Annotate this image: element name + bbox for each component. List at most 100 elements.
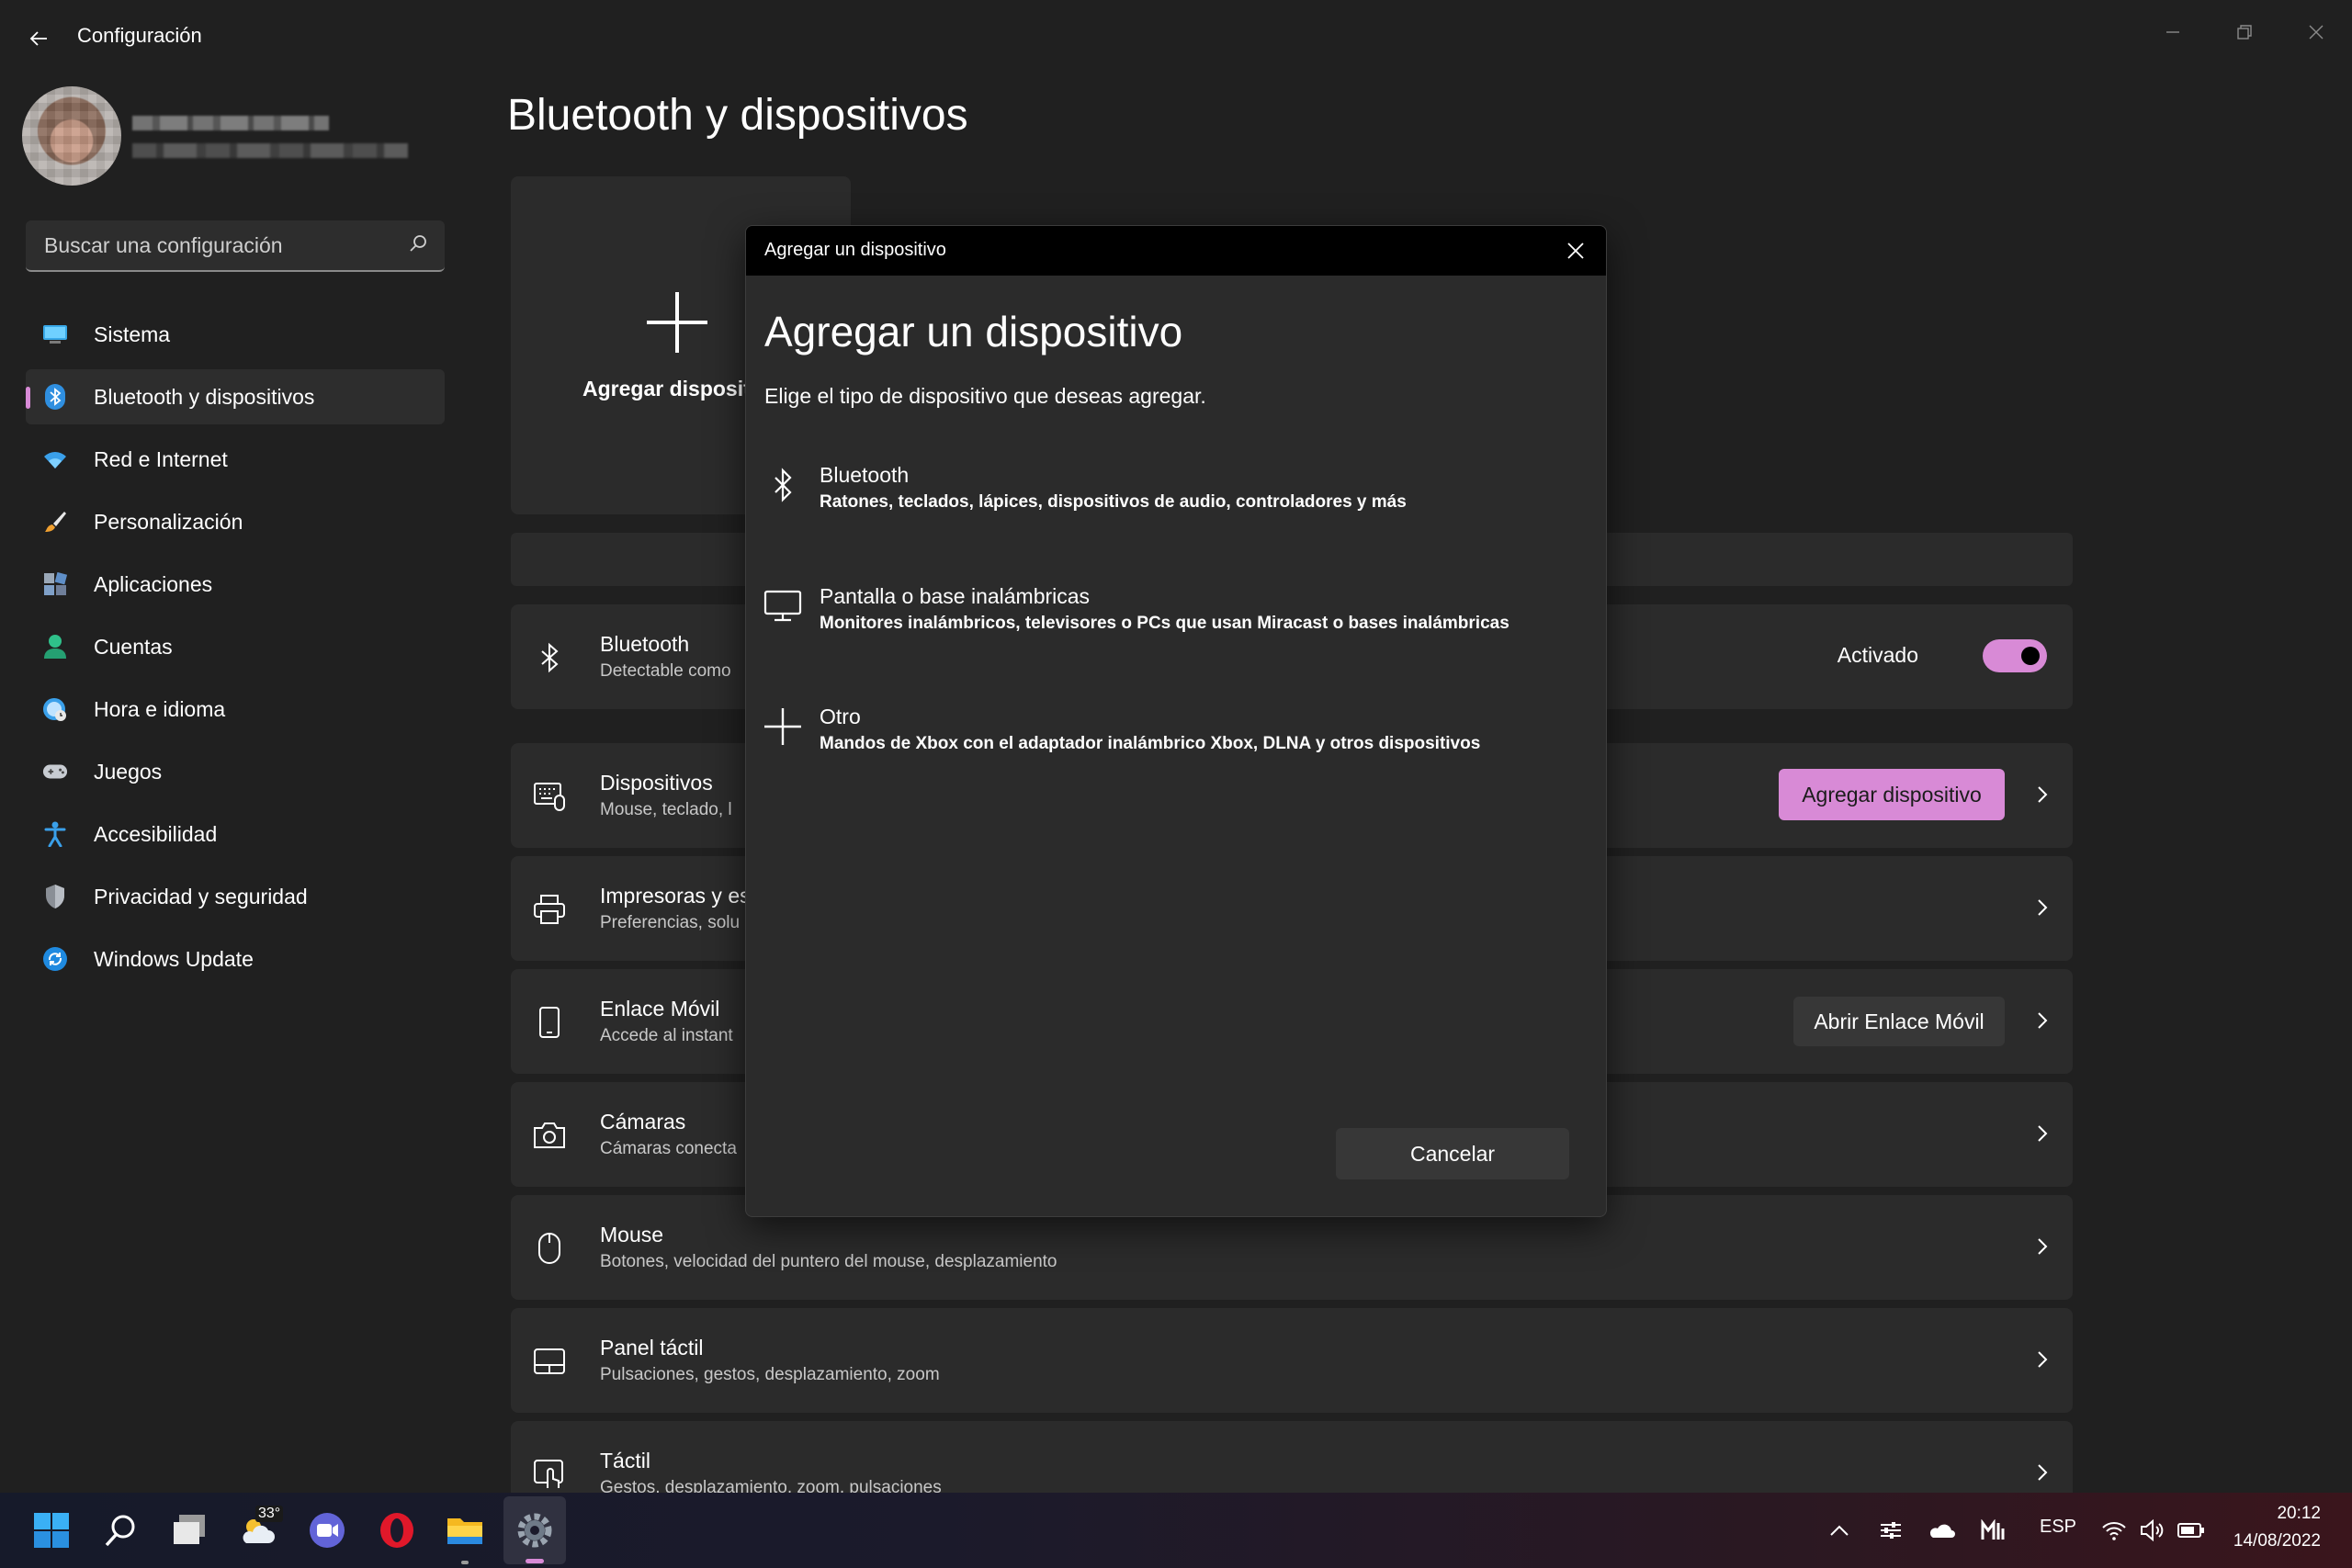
globe-clock-icon: [42, 696, 68, 722]
active-app-indicator: [526, 1559, 544, 1563]
monitor-icon: [42, 321, 68, 347]
task-view-button[interactable]: [167, 1508, 211, 1552]
wifi-icon: [42, 446, 68, 472]
row-subtitle: Botones, velocidad del puntero del mouse…: [600, 1252, 1057, 1271]
cancel-button[interactable]: Cancelar: [1336, 1128, 1569, 1179]
option-title: Bluetooth: [820, 463, 910, 487]
sidebar-item-label: Accesibilidad: [94, 821, 218, 846]
sidebar-nav: Sistema Bluetooth y dispositivos Red e I…: [26, 307, 445, 994]
dialog-close-button[interactable]: [1562, 237, 1589, 265]
opera-browser-app[interactable]: [375, 1508, 419, 1552]
blurred-user-name: [132, 116, 329, 130]
option-bluetooth[interactable]: Bluetooth Ratones, teclados, lápices, di…: [746, 437, 1606, 547]
option-title: Pantalla o base inalámbricas: [820, 584, 1091, 608]
row-title: Panel táctil: [600, 1336, 704, 1359]
row-title: Bluetooth: [600, 632, 690, 656]
tray-app-icon[interactable]: [1977, 1508, 2008, 1552]
chevron-up-icon: [1830, 1525, 1849, 1536]
open-phone-link-button[interactable]: Abrir Enlace Móvil: [1793, 997, 2005, 1046]
folder-icon: [447, 1518, 482, 1544]
windows-logo-icon: [34, 1513, 69, 1548]
back-button[interactable]: [20, 20, 57, 57]
sidebar-item-personalizacion[interactable]: Personalización: [26, 494, 445, 549]
printer-icon: [531, 891, 568, 928]
clock-date[interactable]: 14/08/2022: [2233, 1531, 2321, 1551]
touchpad-icon: [531, 1343, 568, 1380]
file-explorer-app[interactable]: [443, 1508, 487, 1552]
dialog-title: Agregar un dispositivo: [764, 308, 1183, 355]
sidebar-item-label: Privacidad y seguridad: [94, 884, 308, 908]
show-hidden-icons-button[interactable]: [1825, 1508, 1854, 1552]
avatar[interactable]: [22, 86, 121, 186]
settings-app[interactable]: [513, 1508, 557, 1552]
plus-icon: [763, 706, 803, 747]
dialog-bar-title: Agregar un dispositivo: [764, 240, 946, 260]
sidebar-item-windows-update[interactable]: Windows Update: [26, 931, 445, 987]
maximize-button[interactable]: [2212, 9, 2277, 55]
touchpad-row[interactable]: Panel táctil Pulsaciones, gestos, despla…: [511, 1308, 2073, 1413]
bluetooth-icon: [763, 465, 803, 505]
chevron-right-icon: [2036, 784, 2049, 806]
mouse-icon: [531, 1230, 568, 1267]
minimize-icon: [2166, 31, 2179, 33]
accessibility-icon: [42, 821, 68, 847]
task-view-icon: [174, 1515, 205, 1544]
search-icon: [105, 1515, 135, 1547]
taskbar-search-button[interactable]: [99, 1508, 143, 1552]
option-title: Otro: [820, 705, 861, 728]
sidebar-item-sistema[interactable]: Sistema: [26, 307, 445, 362]
opera-icon: [380, 1513, 413, 1548]
sidebar-item-label: Cuentas: [94, 634, 173, 659]
touch-hand-icon: [531, 1456, 568, 1493]
sidebar-item-label: Bluetooth y dispositivos: [94, 384, 315, 409]
sidebar-item-hora[interactable]: Hora e idioma: [26, 682, 445, 737]
running-indicator: [461, 1561, 469, 1564]
row-subtitle: Preferencias, solu: [600, 913, 741, 932]
wifi-icon[interactable]: [2098, 1508, 2130, 1552]
search-input[interactable]: [42, 220, 391, 270]
keyboard-mouse-icon: [531, 778, 568, 815]
bluetooth-toggle[interactable]: [1983, 639, 2047, 672]
sidebar-item-label: Personalización: [94, 509, 243, 534]
onedrive-icon[interactable]: [1926, 1508, 1957, 1552]
search-icon[interactable]: [408, 233, 428, 254]
sidebar-item-bluetooth[interactable]: Bluetooth y dispositivos: [26, 369, 445, 424]
sidebar-item-label: Aplicaciones: [94, 571, 213, 596]
language-indicator[interactable]: ESP: [2040, 1517, 2076, 1538]
chat-app[interactable]: [305, 1508, 349, 1552]
sidebar-item-cuentas[interactable]: Cuentas: [26, 619, 445, 674]
page-title: Bluetooth y dispositivos: [507, 91, 968, 140]
option-wireless-display[interactable]: Pantalla o base inalámbricas Monitores i…: [746, 558, 1606, 669]
row-title: Mouse: [600, 1223, 664, 1247]
sidebar-item-privacidad[interactable]: Privacidad y seguridad: [26, 869, 445, 924]
sidebar-item-label: Red e Internet: [94, 446, 228, 471]
row-title: Cámaras: [600, 1110, 686, 1134]
row-title: Enlace Móvil: [600, 997, 720, 1021]
row-title: Táctil: [600, 1449, 650, 1472]
sidebar-item-accesibilidad[interactable]: Accesibilidad: [26, 807, 445, 862]
volume-icon[interactable]: [2137, 1508, 2168, 1552]
battery-icon[interactable]: [2176, 1508, 2207, 1552]
option-subtitle: Monitores inalámbricos, televisores o PC…: [820, 614, 1510, 633]
sidebar-item-juegos[interactable]: Juegos: [26, 744, 445, 799]
title-bar: Configuración: [0, 0, 2352, 75]
sidebar-item-red[interactable]: Red e Internet: [26, 432, 445, 487]
start-button[interactable]: [29, 1508, 74, 1552]
tray-sliders-icon[interactable]: [1876, 1508, 1905, 1552]
update-icon: [42, 946, 68, 972]
option-other[interactable]: Otro Mandos de Xbox con el adaptador ina…: [746, 679, 1606, 789]
option-subtitle: Mandos de Xbox con el adaptador inalámbr…: [820, 734, 1481, 753]
minimize-button[interactable]: [2141, 9, 2205, 55]
row-title: Dispositivos: [600, 771, 713, 795]
chevron-right-icon: [2036, 1348, 2049, 1371]
add-device-button[interactable]: Agregar dispositivo: [1779, 769, 2005, 820]
row-subtitle: Accede al instant: [600, 1026, 733, 1045]
sidebar-item-aplicaciones[interactable]: Aplicaciones: [26, 557, 445, 612]
blurred-user-email: [132, 143, 408, 158]
row-title: Impresoras y es: [600, 884, 751, 908]
brush-icon: [42, 509, 68, 535]
video-chat-icon: [310, 1513, 345, 1548]
clock-time[interactable]: 20:12: [2277, 1504, 2321, 1524]
touch-row[interactable]: Táctil Gestos, desplazamiento, zoom, pul…: [511, 1421, 2073, 1493]
close-window-button[interactable]: [2284, 9, 2348, 55]
